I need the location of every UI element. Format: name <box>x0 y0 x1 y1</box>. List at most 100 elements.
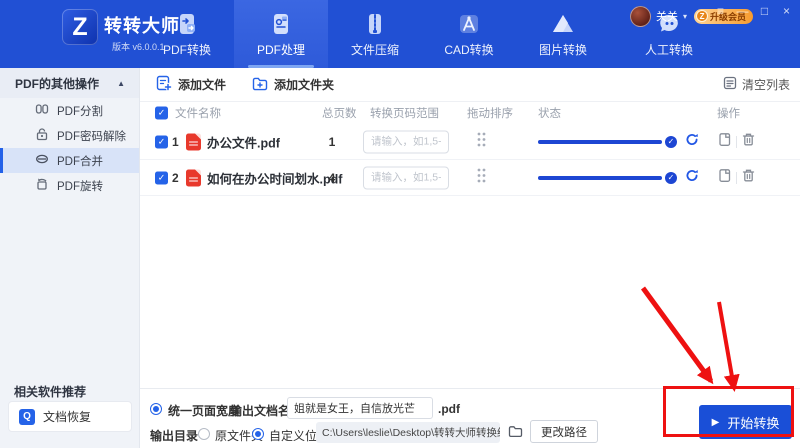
pdf-convert-icon <box>174 11 200 37</box>
output-settings-bar: 统一页面宽度 输出文档名称 .pdf 输出目录 原文件夹 自定义位置 C:\Us… <box>140 388 800 448</box>
progress-complete-icon: ✓ <box>665 172 677 184</box>
sidebar-item-label: PDF分割 <box>57 103 103 119</box>
tab-label: PDF处理 <box>257 41 305 58</box>
username[interactable]: 关关 <box>656 8 678 24</box>
sidebar-item-pdf-rotate[interactable]: PDF旋转 <box>0 173 139 198</box>
window-controls: ≡ — □ × <box>714 4 793 18</box>
divider <box>736 172 737 184</box>
collapse-caret-icon: ▲ <box>117 79 125 88</box>
add-file-label: 添加文件 <box>178 76 226 93</box>
tab-file-compress[interactable]: 文件压缩 <box>328 0 422 68</box>
progress-bar <box>538 140 662 144</box>
vip-coin-icon: Z <box>696 10 708 22</box>
sidebar: PDF的其他操作 ▲ PDF分割 PDF密码解除 PDF合并 PDF旋转 相关软… <box>0 68 140 448</box>
clear-list-icon <box>723 76 737 93</box>
change-path-button[interactable]: 更改路径 <box>530 420 598 443</box>
menu-icon[interactable]: ≡ <box>714 4 727 18</box>
close-icon[interactable]: × <box>780 4 793 18</box>
top-bar: Z 转转大师 版本 v6.0.0.1 PDF转换 PDF处理 文件压缩 CAD转… <box>0 0 800 68</box>
open-folder-icon[interactable] <box>508 425 523 443</box>
drag-handle-icon[interactable] <box>476 167 487 189</box>
sidebar-item-label: PDF合并 <box>57 153 103 169</box>
file-extension: .pdf <box>438 402 460 416</box>
pdf-merge-icon <box>35 152 49 169</box>
custom-location-radio[interactable] <box>252 428 264 440</box>
row-checkbox[interactable]: ✓ <box>155 135 168 148</box>
doc-recovery-icon: Q <box>19 409 35 425</box>
open-file-location-icon[interactable] <box>718 132 732 152</box>
column-header-range: 转换页码范围 <box>370 105 439 121</box>
reconvert-icon[interactable] <box>685 132 699 151</box>
output-dir-label: 输出目录 <box>150 427 198 444</box>
add-folder-label: 添加文件夹 <box>274 76 334 93</box>
column-header-drag: 拖动排序 <box>467 105 513 121</box>
column-header-status: 状态 <box>538 105 561 121</box>
tab-image-convert[interactable]: 图片转换 <box>516 0 610 68</box>
play-icon: ▶ <box>712 417 720 428</box>
progress-bar <box>538 176 662 180</box>
table-row: ✓ 2 如何在办公时间划水.pdf 4 ✓ <box>140 160 800 196</box>
output-name-input[interactable] <box>287 397 433 419</box>
add-file-button[interactable]: 添加文件 <box>156 75 226 94</box>
page-range-input[interactable] <box>363 166 449 189</box>
pdf-file-icon <box>186 169 201 186</box>
tab-cad-convert[interactable]: CAD转换 <box>422 0 516 68</box>
page-count: 4 <box>322 171 342 185</box>
maximize-icon[interactable]: □ <box>758 4 771 18</box>
table-row: ✓ 1 办公文件.pdf 1 ✓ <box>140 124 800 160</box>
minimize-icon[interactable]: — <box>736 4 749 18</box>
tab-pdf-process[interactable]: PDF处理 <box>234 0 328 68</box>
sidebar-section-header[interactable]: PDF的其他操作 ▲ <box>0 68 139 98</box>
original-folder-radio[interactable] <box>198 428 210 440</box>
app-window: Z 转转大师 版本 v6.0.0.1 PDF转换 PDF处理 文件压缩 CAD转… <box>0 0 800 448</box>
page-range-input[interactable] <box>363 130 449 153</box>
tab-label: CAD转换 <box>444 41 493 58</box>
tab-label: 人工转换 <box>645 41 693 58</box>
user-avatar[interactable] <box>630 6 651 27</box>
row-index: 2 <box>172 171 179 185</box>
cad-convert-icon <box>456 11 482 37</box>
sidebar-item-pdf-password-remove[interactable]: PDF密码解除 <box>0 123 139 148</box>
tab-label: 文件压缩 <box>351 41 399 58</box>
recommend-item-label: 文档恢复 <box>43 408 91 425</box>
file-compress-icon <box>362 11 388 37</box>
add-file-icon <box>156 75 172 94</box>
recommend-item-doc-recovery[interactable]: Q 文档恢复 <box>8 401 132 432</box>
table-header: ✓ 文件名称 总页数 转换页码范围 拖动排序 状态 操作 <box>140 102 800 124</box>
pdf-process-icon <box>268 11 294 37</box>
rotate-icon <box>35 177 49 194</box>
column-header-name: 文件名称 <box>175 105 221 121</box>
delete-icon[interactable] <box>742 168 755 187</box>
add-folder-icon <box>252 76 268 94</box>
file-name: 办公文件.pdf <box>207 132 280 151</box>
sidebar-item-label: PDF密码解除 <box>57 128 126 144</box>
uniform-width-radio[interactable] <box>150 403 162 415</box>
page-count: 1 <box>322 135 342 149</box>
column-header-pages: 总页数 <box>322 105 357 121</box>
add-folder-button[interactable]: 添加文件夹 <box>252 76 334 94</box>
select-all-checkbox[interactable]: ✓ <box>155 107 168 120</box>
recommend-section-title: 相关软件推荐 <box>14 383 86 400</box>
sidebar-section-title: PDF的其他操作 <box>15 75 99 92</box>
clear-list-label: 清空列表 <box>742 76 790 93</box>
row-index: 1 <box>172 135 179 149</box>
unlock-icon <box>35 127 49 144</box>
clear-list-button[interactable]: 清空列表 <box>723 76 790 93</box>
divider <box>736 136 737 148</box>
sidebar-item-pdf-merge[interactable]: PDF合并 <box>0 148 139 173</box>
user-menu-caret-icon[interactable]: ▾ <box>683 12 687 21</box>
output-path-field[interactable]: C:\Users\leslie\Desktop\转转大师转换结果 <box>316 422 500 443</box>
image-convert-icon <box>550 11 576 37</box>
app-logo-icon: Z <box>62 9 98 45</box>
column-header-actions: 操作 <box>717 105 740 121</box>
start-convert-button[interactable]: ▶ 开始转换 <box>699 405 792 439</box>
reconvert-icon[interactable] <box>685 168 699 187</box>
row-checkbox[interactable]: ✓ <box>155 171 168 184</box>
tab-pdf-convert[interactable]: PDF转换 <box>140 0 234 68</box>
tab-label: 图片转换 <box>539 41 587 58</box>
delete-icon[interactable] <box>742 132 755 151</box>
open-file-location-icon[interactable] <box>718 168 732 188</box>
sidebar-item-pdf-split[interactable]: PDF分割 <box>0 98 139 123</box>
start-convert-label: 开始转换 <box>727 413 779 432</box>
drag-handle-icon[interactable] <box>476 131 487 153</box>
